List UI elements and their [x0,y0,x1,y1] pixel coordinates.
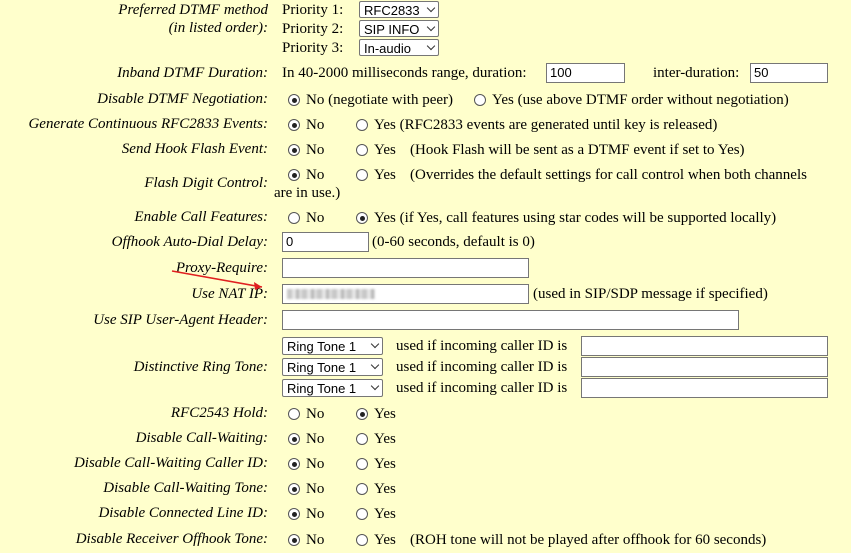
ring-tone-text-3: used if incoming caller ID is [396,380,568,396]
flash-digit-yes-text: Yes [374,167,396,183]
disable-roh-no-text: No [306,532,325,548]
nat-ip-input[interactable] [282,284,529,304]
ring-tone-text-2: used if incoming caller ID is [396,359,568,375]
call-features-yes-radio[interactable] [356,212,368,224]
disable-dtmf-negotiation-no-radio[interactable] [288,94,300,106]
hook-flash-label: Send Hook Flash Event: [121,141,268,157]
priority-1-label: Priority 1: [282,2,344,18]
rfc2543-hold-no-text: No [306,406,325,422]
chevron-down-icon [426,3,436,13]
disable-connected-line-yes-text: Yes [374,506,396,522]
disable-dtmf-negotiation-yes-radio[interactable] [474,94,486,106]
disable-cw-cid-no-text: No [306,456,325,472]
disable-roh-yes-text: Yes [374,532,396,548]
disable-connected-line-no-text: No [306,506,325,522]
priority-2-select[interactable]: SIP INFO [359,20,439,37]
hook-flash-yes-radio[interactable] [356,144,368,156]
call-features-no-radio[interactable] [288,212,300,224]
offhook-delay-input[interactable]: 0 [282,232,369,252]
ring-tone-callerid-input-2[interactable] [581,357,828,377]
dtmf-method-label: Preferred DTMF method [118,2,268,18]
user-agent-label: Use SIP User-Agent Header: [93,312,268,328]
disable-connected-line-label: Disable Connected Line ID: [98,505,268,521]
proxy-require-label: Proxy-Require: [175,260,268,276]
gen-rfc2833-no-text: No [306,117,325,133]
ring-tone-select-3[interactable]: Ring Tone 1 [282,379,383,397]
inter-duration-label: inter-duration: [653,65,740,81]
disable-cw-cid-yes-text: Yes [374,456,396,472]
disable-roh-yes-radio[interactable] [356,534,368,546]
disable-connected-line-yes-radio[interactable] [356,508,368,520]
disable-cw-yes-radio[interactable] [356,433,368,445]
redacted-ip-value [287,289,375,299]
ring-tone-label: Distinctive Ring Tone: [133,359,268,375]
disable-cw-cid-no-radio[interactable] [288,458,300,470]
chevron-down-icon [370,381,380,391]
disable-dtmf-negotiation-no-text: No (negotiate with peer) [306,92,454,108]
flash-digit-note: (Overrides the default settings for call… [410,167,807,183]
hook-flash-no-text: No [306,142,325,158]
disable-cw-label: Disable Call-Waiting: [135,430,268,446]
inter-duration-input[interactable]: 50 [750,63,828,83]
dtmf-method-sublabel: (in listed order): [168,20,268,36]
gen-rfc2833-yes-radio[interactable] [356,119,368,131]
user-agent-input[interactable] [282,310,739,330]
nat-ip-label: Use NAT IP: [191,286,268,302]
rfc2543-hold-label: RFC2543 Hold: [170,405,268,421]
gen-rfc2833-label: Generate Continuous RFC2833 Events: [28,116,268,132]
offhook-delay-note: (0-60 seconds, default is 0) [372,234,535,250]
disable-cw-tone-yes-text: Yes [374,481,396,497]
priority-2-label: Priority 2: [282,21,344,37]
gen-rfc2833-no-radio[interactable] [288,119,300,131]
flash-digit-no-radio[interactable] [288,169,300,181]
disable-cw-no-radio[interactable] [288,433,300,445]
ring-tone-select-1[interactable]: Ring Tone 1 [282,337,383,355]
call-features-label: Enable Call Features: [134,209,268,225]
disable-cw-no-text: No [306,431,325,447]
disable-cw-tone-yes-radio[interactable] [356,483,368,495]
disable-roh-no-radio[interactable] [288,534,300,546]
priority-3-label: Priority 3: [282,40,344,56]
rfc2543-hold-no-radio[interactable] [288,408,300,420]
disable-roh-note: (ROH tone will not be played after offho… [410,532,767,548]
gen-rfc2833-yes-text: Yes (RFC2833 events are generated until … [374,117,718,133]
disable-cw-tone-no-text: No [306,481,325,497]
hook-flash-yes-text: Yes [374,142,396,158]
disable-connected-line-no-radio[interactable] [288,508,300,520]
chevron-down-icon [426,22,436,32]
ring-tone-callerid-input-3[interactable] [581,378,828,398]
ring-tone-select-2[interactable]: Ring Tone 1 [282,358,383,376]
disable-cw-cid-yes-radio[interactable] [356,458,368,470]
proxy-require-input[interactable] [282,258,529,278]
nat-ip-note: (used in SIP/SDP message if specified) [533,286,768,302]
disable-dtmf-negotiation-yes-text: Yes (use above DTMF order without negoti… [492,92,789,108]
inband-duration-label: Inband DTMF Duration: [117,65,268,81]
rfc2543-hold-yes-text: Yes [374,406,396,422]
flash-digit-label: Flash Digit Control: [144,175,268,191]
priority-3-select[interactable]: In-audio [359,39,439,56]
disable-cw-tone-no-radio[interactable] [288,483,300,495]
inband-duration-text: In 40-2000 milliseconds range, duration: [282,65,527,81]
rfc2543-hold-yes-radio[interactable] [356,408,368,420]
priority-1-select[interactable]: RFC2833 [359,1,439,18]
chevron-down-icon [426,41,436,51]
flash-digit-note-cont: are in use.) [274,185,341,201]
ring-tone-text-1: used if incoming caller ID is [396,338,568,354]
ring-tone-callerid-input-1[interactable] [581,336,828,356]
offhook-delay-label: Offhook Auto-Dial Delay: [111,234,268,250]
disable-roh-label: Disable Receiver Offhook Tone: [75,531,268,547]
hook-flash-note: (Hook Flash will be sent as a DTMF event… [410,142,745,158]
call-features-yes-text: Yes (if Yes, call features using star co… [374,210,777,226]
hook-flash-no-radio[interactable] [288,144,300,156]
flash-digit-yes-radio[interactable] [356,169,368,181]
disable-cw-cid-label: Disable Call-Waiting Caller ID: [73,455,268,471]
disable-dtmf-negotiation-label: Disable DTMF Negotiation: [97,91,268,107]
call-features-no-text: No [306,210,325,226]
flash-digit-no-text: No [306,167,325,183]
disable-cw-yes-text: Yes [374,431,396,447]
chevron-down-icon [370,339,380,349]
inband-duration-input[interactable]: 100 [546,63,625,83]
disable-cw-tone-label: Disable Call-Waiting Tone: [103,480,268,496]
chevron-down-icon [370,360,380,370]
